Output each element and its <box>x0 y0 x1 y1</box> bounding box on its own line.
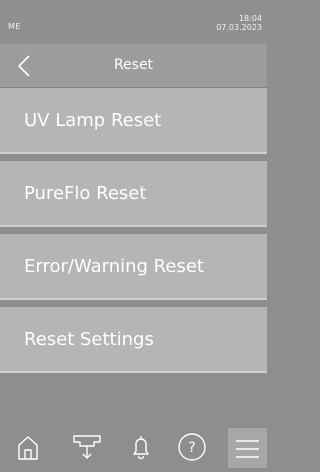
status-bar: ME 18:04 07.03.2023 <box>0 0 267 44</box>
main-menu-button[interactable] <box>228 428 267 468</box>
water-dispense-icon <box>73 435 101 459</box>
help-icon: ? <box>178 433 206 461</box>
dispense-button[interactable] <box>70 430 104 462</box>
date-label: 07.03.2023 <box>216 23 262 32</box>
clock: 18:04 07.03.2023 <box>216 14 262 32</box>
notifications-button[interactable] <box>124 430 158 462</box>
title-bar: Reset <box>0 44 267 88</box>
time-label: 18:04 <box>238 14 262 23</box>
home-icon <box>18 436 38 460</box>
error-warning-reset-button[interactable]: Error/Warning Reset <box>0 234 267 300</box>
svg-text:?: ? <box>188 440 195 456</box>
pureflo-reset-button[interactable]: PureFlo Reset <box>0 161 267 227</box>
page-title: Reset <box>113 57 154 73</box>
help-button[interactable]: ? <box>175 430 209 462</box>
bottom-nav: ? <box>0 424 267 468</box>
reset-settings-button[interactable]: Reset Settings <box>0 307 267 373</box>
bell-icon <box>133 436 149 460</box>
reset-menu: UV Lamp Reset PureFlo Reset Error/Warnin… <box>0 88 267 380</box>
user-label: ME <box>8 22 21 31</box>
uv-lamp-reset-button[interactable]: UV Lamp Reset <box>0 88 267 154</box>
home-button[interactable] <box>11 430 45 462</box>
menu-icon <box>236 440 259 458</box>
